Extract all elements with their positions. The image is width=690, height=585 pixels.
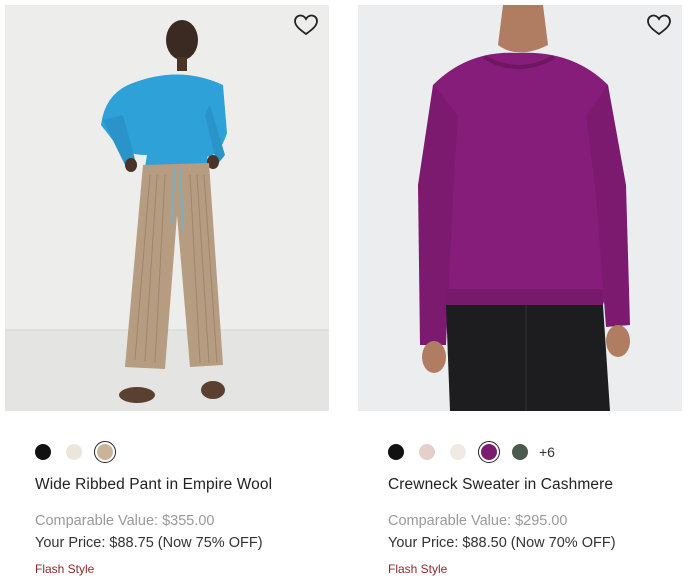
color-swatch[interactable] — [35, 444, 51, 460]
color-swatches: +6 — [388, 440, 555, 464]
color-swatch[interactable] — [450, 444, 466, 460]
product-name[interactable]: Crewneck Sweater in Cashmere — [388, 476, 613, 494]
heart-outline-icon — [294, 14, 318, 36]
flash-style-badge: Flash Style — [388, 562, 448, 576]
wishlist-button[interactable] — [646, 13, 672, 37]
product-image[interactable] — [5, 5, 329, 411]
color-swatches — [35, 440, 128, 464]
color-swatch-selected[interactable] — [94, 441, 116, 463]
product-card[interactable]: Wide Ribbed Pant in Empire Wool Comparab… — [5, 0, 329, 576]
product-name[interactable]: Wide Ribbed Pant in Empire Wool — [35, 476, 272, 494]
comparable-value: Comparable Value: $295.00 — [388, 513, 568, 529]
your-price: Your Price: $88.50 (Now 70% OFF) — [388, 535, 616, 551]
product-image[interactable] — [358, 5, 682, 411]
more-colors-link[interactable]: +6 — [539, 444, 555, 460]
color-swatch[interactable] — [388, 444, 404, 460]
heart-outline-icon — [647, 14, 671, 36]
product-card[interactable]: +6 Crewneck Sweater in Cashmere Comparab… — [358, 0, 682, 576]
flash-style-badge: Flash Style — [35, 562, 95, 576]
your-price: Your Price: $88.75 (Now 75% OFF) — [35, 535, 263, 551]
color-swatch-selected[interactable] — [478, 441, 500, 463]
wishlist-button[interactable] — [293, 13, 319, 37]
color-swatch[interactable] — [512, 444, 528, 460]
comparable-value: Comparable Value: $355.00 — [35, 513, 215, 529]
product-grid: Wide Ribbed Pant in Empire Wool Comparab… — [0, 0, 690, 585]
color-swatch[interactable] — [419, 444, 435, 460]
color-swatch[interactable] — [66, 444, 82, 460]
